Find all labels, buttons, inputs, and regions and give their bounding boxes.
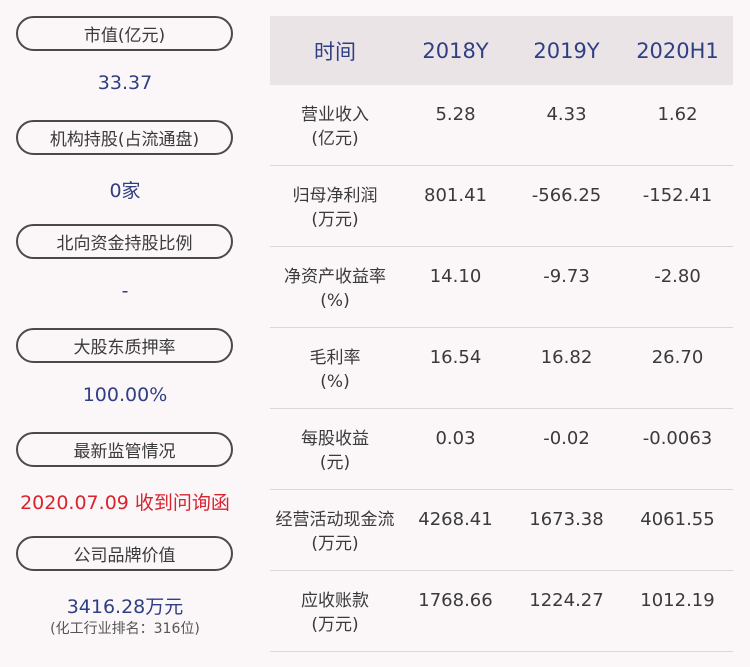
cell-value: 0.03 (435, 428, 476, 449)
regulatory-status-value: 2020.07.09 收到问询函 (20, 492, 230, 514)
market-cap-value: 33.37 (97, 72, 153, 94)
row-label: 营业收入 (亿元) (270, 103, 400, 151)
institutional-holding-label: 机构持股(占流通盘) (16, 120, 233, 155)
table-row: 归母净利润 (万元) 801.41 -566.25 -152.41 (270, 166, 733, 247)
cell-value: 16.54 (429, 347, 482, 368)
row-unit: (万元) (311, 534, 359, 554)
row-unit: (万元) (311, 615, 359, 635)
header-2018: 2018Y (422, 38, 489, 63)
cell-value: 1.62 (657, 104, 698, 125)
regulatory-status-label: 最新监管情况 (16, 432, 233, 467)
brand-value-label: 公司品牌价值 (16, 536, 233, 571)
northbound-holding-value: - (121, 280, 129, 302)
row-unit: (%) (320, 372, 350, 392)
row-unit: (%) (320, 291, 350, 311)
cell-value: 26.70 (651, 347, 704, 368)
table-row: 毛利率 (%) 16.54 16.82 26.70 (270, 328, 733, 409)
row-label: 毛利率 (%) (270, 346, 400, 394)
brand-value-rank: (化工行业排名：316位) (50, 621, 200, 637)
cell-value: 1673.38 (529, 509, 604, 530)
row-name: 每股收益 (301, 429, 369, 449)
header-2020h1: 2020H1 (636, 38, 719, 63)
row-unit: (元) (319, 453, 351, 473)
cell-value: 5.28 (435, 104, 476, 125)
cell-value: 4.33 (546, 104, 587, 125)
cell-value: -2.80 (654, 266, 701, 287)
cell-value: 14.10 (429, 266, 482, 287)
summary-panel: 市值(亿元) 33.37 机构持股(占流通盘) 0家 北向资金持股比例 - 大股… (0, 0, 250, 667)
cell-value: 16.82 (540, 347, 593, 368)
institutional-holding-value: 0家 (109, 180, 141, 202)
row-name: 毛利率 (309, 348, 361, 368)
cell-value: -9.73 (543, 266, 590, 287)
cell-value: -152.41 (642, 185, 713, 206)
cell-value: 1224.27 (529, 590, 604, 611)
row-name: 应收账款 (301, 591, 369, 611)
table-header: 时间 2018Y 2019Y 2020H1 (270, 16, 733, 85)
cell-value: 1012.19 (640, 590, 715, 611)
table-row: 净资产收益率 (%) 14.10 -9.73 -2.80 (270, 247, 733, 328)
cell-value: -0.02 (543, 428, 590, 449)
row-label: 应收账款 (万元) (270, 589, 400, 637)
row-name: 净资产收益率 (284, 267, 386, 287)
cell-value: 4268.41 (418, 509, 493, 530)
cell-value: 1768.66 (418, 590, 493, 611)
brand-value-value: 3416.28万元 (66, 596, 184, 618)
pledge-ratio-value: 100.00% (82, 384, 168, 406)
row-unit: (亿元) (311, 129, 359, 149)
cell-value: 801.41 (424, 185, 487, 206)
table-row: 经营活动现金流 (万元) 4268.41 1673.38 4061.55 (270, 490, 733, 571)
market-cap-label: 市值(亿元) (16, 16, 233, 51)
cell-value: 4061.55 (640, 509, 715, 530)
pledge-ratio-label: 大股东质押率 (16, 328, 233, 363)
row-label: 归母净利润 (万元) (270, 184, 400, 232)
row-name: 营业收入 (301, 105, 369, 125)
row-name: 归母净利润 (292, 186, 378, 206)
cell-value: -566.25 (531, 185, 602, 206)
row-label: 每股收益 (元) (270, 427, 400, 475)
row-label: 经营活动现金流 (万元) (270, 508, 400, 556)
header-time: 时间 (314, 39, 356, 64)
header-2019: 2019Y (533, 38, 600, 63)
table-row: 应收账款 (万元) 1768.66 1224.27 1012.19 (270, 571, 733, 652)
northbound-holding-label: 北向资金持股比例 (16, 224, 233, 259)
row-label: 净资产收益率 (%) (270, 265, 400, 313)
table-row: 营业收入 (亿元) 5.28 4.33 1.62 (270, 85, 733, 166)
financial-table: 时间 2018Y 2019Y 2020H1 营业收入 (亿元) 5.28 4.3… (270, 16, 733, 652)
cell-value: -0.0063 (642, 428, 713, 449)
table-row: 每股收益 (元) 0.03 -0.02 -0.0063 (270, 409, 733, 490)
row-unit: (万元) (311, 210, 359, 230)
row-name: 经营活动现金流 (275, 510, 395, 530)
